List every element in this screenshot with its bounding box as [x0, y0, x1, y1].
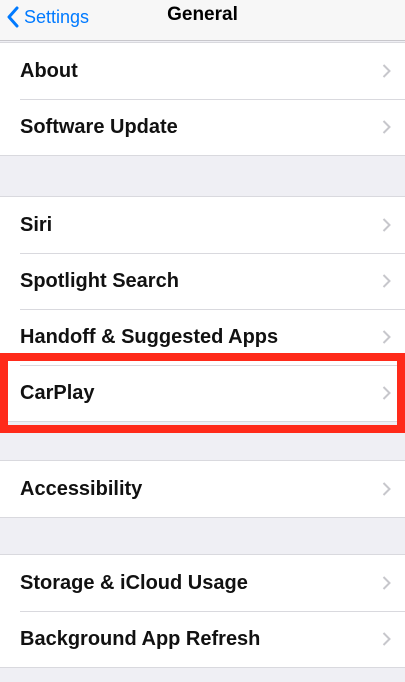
chevron-right-icon [382, 576, 391, 590]
row-label: About [20, 59, 78, 82]
back-button[interactable]: Settings [6, 2, 89, 32]
chevron-right-icon [382, 64, 391, 78]
row-label: Spotlight Search [20, 269, 179, 292]
settings-group-1: About Software Update [0, 42, 405, 156]
settings-group-3: Accessibility [0, 460, 405, 518]
settings-group-2: Siri Spotlight Search Handoff & Suggeste… [0, 196, 405, 422]
row-label: Siri [20, 213, 53, 236]
chevron-right-icon [382, 632, 391, 646]
row-siri[interactable]: Siri [0, 197, 405, 253]
row-label: Background App Refresh [20, 627, 261, 650]
row-carplay[interactable]: CarPlay [0, 365, 405, 421]
row-label: Accessibility [20, 477, 143, 500]
settings-group-4: Storage & iCloud Usage Background App Re… [0, 554, 405, 668]
chevron-right-icon [382, 330, 391, 344]
navigation-bar: Settings General [0, 0, 405, 41]
chevron-right-icon [382, 482, 391, 496]
row-label: Handoff & Suggested Apps [20, 325, 279, 348]
row-label: Storage & iCloud Usage [20, 571, 248, 594]
row-spotlight-search[interactable]: Spotlight Search [0, 253, 405, 309]
chevron-left-icon [7, 6, 19, 28]
chevron-right-icon [382, 218, 391, 232]
row-about[interactable]: About [0, 43, 405, 99]
row-label: CarPlay [20, 381, 95, 404]
row-label: Software Update [20, 115, 178, 138]
row-software-update[interactable]: Software Update [0, 99, 405, 155]
chevron-right-icon [382, 274, 391, 288]
chevron-right-icon [382, 386, 391, 400]
back-button-label: Settings [24, 6, 90, 27]
row-storage-icloud-usage[interactable]: Storage & iCloud Usage [0, 555, 405, 611]
chevron-right-icon [382, 120, 391, 134]
row-background-app-refresh[interactable]: Background App Refresh [0, 611, 405, 667]
row-handoff-suggested-apps[interactable]: Handoff & Suggested Apps [0, 309, 405, 365]
row-accessibility[interactable]: Accessibility [0, 461, 405, 517]
